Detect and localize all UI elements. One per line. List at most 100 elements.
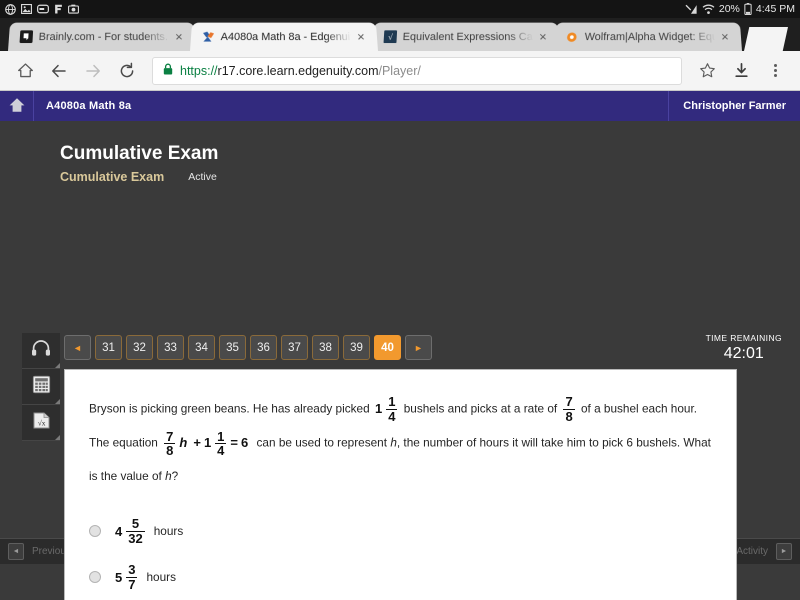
pager-item-35[interactable]: 35 — [219, 335, 246, 360]
pager-item-34[interactable]: 34 — [188, 335, 215, 360]
new-tab-button[interactable] — [744, 27, 788, 51]
exam-page: Cumulative Exam Cumulative Exam Active √… — [0, 121, 800, 600]
pager-item-40-current[interactable]: 40 — [374, 335, 401, 360]
close-icon[interactable]: × — [721, 29, 736, 44]
answer-choice-value: 5 3 7 hours — [113, 563, 176, 591]
question-card: Bryson is picking green beans. He has al… — [64, 369, 737, 600]
math-variable-h: h — [179, 435, 188, 451]
radio-button[interactable] — [89, 525, 101, 538]
question-text-part-1: Bryson is picking green beans. He has al… — [89, 401, 370, 416]
timer-label: TIME REMAINING — [705, 333, 782, 343]
radio-button[interactable] — [89, 571, 101, 584]
pager-item-39[interactable]: 39 — [343, 335, 370, 360]
pager-item-38[interactable]: 38 — [312, 335, 339, 360]
download-icon[interactable] — [724, 54, 758, 88]
math-numerator: 7 — [166, 428, 174, 444]
math-operator-equals: = — [230, 435, 238, 451]
home-button[interactable] — [8, 54, 42, 88]
address-bar[interactable]: https://r17.core.learn.edgenuity.com/Pla… — [152, 56, 682, 85]
course-title: A4080a Math 8a — [46, 100, 132, 112]
user-name[interactable]: Christopher Farmer — [668, 91, 800, 121]
math-denominator: 4 — [386, 408, 398, 424]
battery-icon — [744, 3, 752, 16]
math-fraction: 1 4 — [215, 428, 227, 459]
answer-choice-2[interactable]: 5 3 7 hours — [89, 554, 712, 600]
app-icon-camera — [68, 4, 79, 14]
math-whole: 5 — [115, 569, 123, 585]
browser-tab-edgenuity[interactable]: A4080a Math 8a - Edgenuity × — [190, 22, 378, 51]
lock-icon — [163, 63, 173, 78]
pager-item-36[interactable]: 36 — [250, 335, 277, 360]
math-whole: 1 — [203, 435, 212, 451]
headphones-icon — [31, 339, 51, 362]
pager-item-33[interactable]: 33 — [157, 335, 184, 360]
pager-prev-button[interactable]: ◄ — [64, 335, 91, 360]
exam-subtitle: Cumulative Exam — [60, 170, 165, 184]
math-whole: 1 — [374, 401, 383, 416]
math-fraction: 7 8 — [164, 428, 176, 459]
pager-item-32[interactable]: 32 — [126, 335, 153, 360]
formula-sheet-tool-button[interactable]: √x — [22, 405, 60, 441]
math-denominator: 7 — [126, 576, 138, 592]
app-icon-globe — [5, 3, 16, 15]
math-operator-plus: + — [193, 435, 201, 451]
math-denominator: 4 — [215, 443, 227, 459]
app-header: A4080a Math 8a Christopher Farmer — [0, 91, 800, 121]
close-icon[interactable]: × — [539, 29, 554, 44]
pager-item-37[interactable]: 37 — [281, 335, 308, 360]
clock: 4:45 PM — [755, 3, 795, 15]
tab-title: A4080a Math 8a - Edgenuity — [220, 30, 352, 43]
back-button[interactable] — [42, 54, 76, 88]
previous-activity-button[interactable]: ◄ — [8, 543, 24, 560]
status-badge: Active — [188, 171, 217, 183]
kebab-menu-icon[interactable] — [758, 54, 792, 88]
math-mixed-1-and-1-4: 1 1 4 — [375, 392, 398, 426]
tool-rail: √x — [22, 333, 60, 441]
next-activity-button[interactable]: ► — [776, 543, 792, 560]
formula-sheet-icon: √x — [32, 411, 51, 435]
calculator-icon — [32, 375, 51, 399]
close-icon[interactable]: × — [357, 29, 372, 44]
math-denominator: 8 — [563, 408, 575, 424]
math-numerator: 1 — [388, 394, 396, 410]
answer-unit: hours — [146, 570, 176, 585]
browser-tab-brainly[interactable]: Brainly.com - For students. × — [8, 22, 196, 51]
answer-choice-value: 4 5 32 hours — [113, 517, 183, 545]
pager-item-31[interactable]: 31 — [95, 335, 122, 360]
math-denominator: 32 — [126, 530, 145, 546]
answer-choice-1[interactable]: 4 5 32 hours — [89, 508, 712, 554]
browser-tab-equivalent-expressions[interactable]: √ Equivalent Expressions Calc × — [372, 22, 560, 51]
math-mixed-number: 5 3 7 — [115, 563, 138, 591]
url-scheme: https:// — [180, 63, 218, 78]
math-denominator: 8 — [164, 443, 176, 459]
pager-next-button[interactable]: ► — [405, 335, 432, 360]
close-icon[interactable]: × — [175, 29, 190, 44]
math-fraction-7-8-rate: 7 8 — [562, 395, 575, 423]
url-path: /Player/ — [378, 63, 421, 78]
wifi-icon — [702, 4, 715, 15]
calculator-tool-button[interactable] — [22, 369, 60, 405]
question-pager: ◄ 31 32 33 34 35 36 37 38 39 40 ► — [64, 335, 432, 360]
app-icon-f — [54, 4, 63, 14]
reload-button[interactable] — [110, 54, 144, 88]
question-text: Bryson is picking green beans. He has al… — [89, 392, 712, 492]
math-numerator: 3 — [128, 561, 136, 577]
math-numerator: 7 — [565, 394, 573, 410]
tab-title: Equivalent Expressions Calc — [402, 30, 534, 43]
edgenuity-icon — [200, 30, 215, 44]
timer-value: 42:01 — [723, 345, 764, 362]
browser-tab-wolfram-alpha[interactable]: Wolfram|Alpha Widget: Equi × — [554, 22, 742, 51]
browser-tab-strip: Brainly.com - For students. × A4080a Mat… — [0, 18, 800, 51]
headphones-tool-button[interactable] — [22, 333, 60, 369]
math-mixed-number: 4 5 32 — [115, 517, 146, 545]
bookmark-star-icon[interactable] — [690, 54, 724, 88]
forward-button[interactable] — [76, 54, 110, 88]
browser-toolbar: https://r17.core.learn.edgenuity.com/Pla… — [0, 51, 800, 91]
tab-title: Wolfram|Alpha Widget: Equi — [584, 30, 716, 43]
math-fraction: 5 32 — [126, 517, 145, 546]
math-numerator: 1 — [217, 428, 225, 444]
app-home-button[interactable] — [0, 91, 34, 121]
wolfram-icon — [564, 30, 579, 44]
question-text-part-4: can be used to represent — [256, 435, 388, 450]
toolbar-right-actions — [690, 54, 792, 88]
